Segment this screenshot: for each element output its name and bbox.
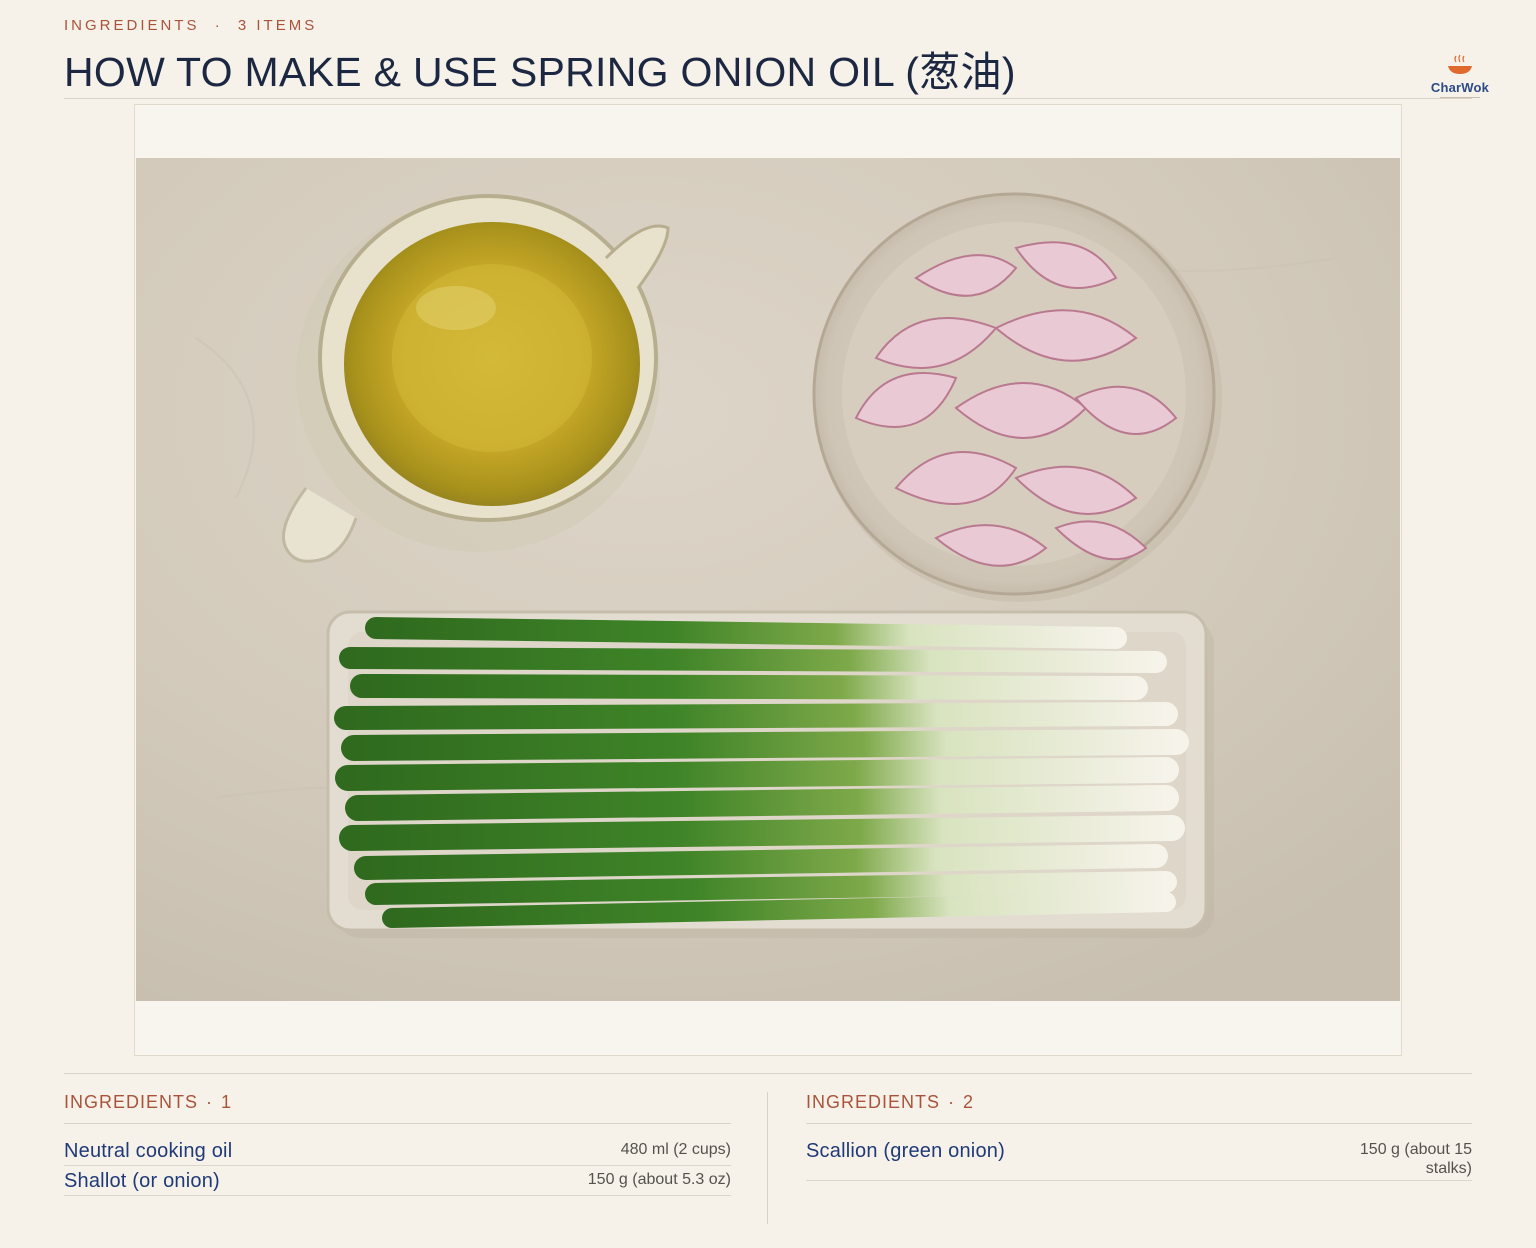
column-divider bbox=[767, 1092, 768, 1224]
ingredients-section-2: INGREDIENTS · 2 Scallion (green onion) 150… bbox=[806, 1092, 1472, 1181]
section-heading: INGREDIENTS · 1 bbox=[64, 1092, 731, 1124]
ingredient-quantity: 150 g (about 5.3 oz) bbox=[587, 1171, 731, 1188]
section-number: 1 bbox=[221, 1092, 233, 1112]
section-divider bbox=[64, 1073, 1472, 1074]
ingredient-quantity: 150 g (about 15 stalks) bbox=[1359, 1141, 1472, 1177]
title-divider bbox=[64, 98, 1472, 99]
ingredient-row: Shallot (or onion) 150 g (about 5.3 oz) bbox=[64, 1166, 731, 1196]
section-separator: · bbox=[948, 1092, 956, 1112]
eyebrow-separator: · bbox=[214, 17, 223, 34]
ingredients-flatlay-image bbox=[136, 158, 1400, 1001]
brand-logo[interactable]: CharWok bbox=[1424, 54, 1496, 114]
brand-underline bbox=[1440, 97, 1480, 98]
photo-frame bbox=[134, 104, 1402, 1056]
ingredients-photo bbox=[136, 158, 1400, 1001]
ingredient-quantity: 480 ml (2 cups) bbox=[620, 1141, 731, 1158]
section-heading: INGREDIENTS · 2 bbox=[806, 1092, 1472, 1124]
ingredient-name: Shallot (or onion) bbox=[64, 1170, 220, 1192]
section-number: 2 bbox=[963, 1092, 975, 1112]
ingredients-section-1: INGREDIENTS · 1 Neutral cooking oil 480 ml… bbox=[64, 1092, 731, 1196]
section-label: INGREDIENTS bbox=[64, 1092, 199, 1112]
eyebrow: INGREDIENTS · 3 ITEMS bbox=[64, 17, 317, 34]
scallion-tray bbox=[326, 610, 1214, 938]
ingredient-row: Scallion (green onion) 150 g (about 15 s… bbox=[806, 1136, 1472, 1181]
ingredient-name: Neutral cooking oil bbox=[64, 1140, 233, 1162]
ingredient-row: Neutral cooking oil 480 ml (2 cups) bbox=[64, 1136, 731, 1166]
section-separator: · bbox=[206, 1092, 214, 1112]
ingredient-name: Scallion (green onion) bbox=[806, 1140, 1005, 1162]
shallot-bowl bbox=[812, 192, 1222, 602]
section-label: INGREDIENTS bbox=[806, 1092, 941, 1112]
eyebrow-label: INGREDIENTS bbox=[64, 17, 200, 34]
page-title: HOW TO MAKE & USE SPRING ONION OIL (葱油) bbox=[64, 49, 1016, 95]
wok-steam-icon bbox=[1448, 54, 1472, 74]
eyebrow-count: 3 ITEMS bbox=[237, 17, 318, 34]
brand-name: CharWok bbox=[1430, 80, 1490, 95]
